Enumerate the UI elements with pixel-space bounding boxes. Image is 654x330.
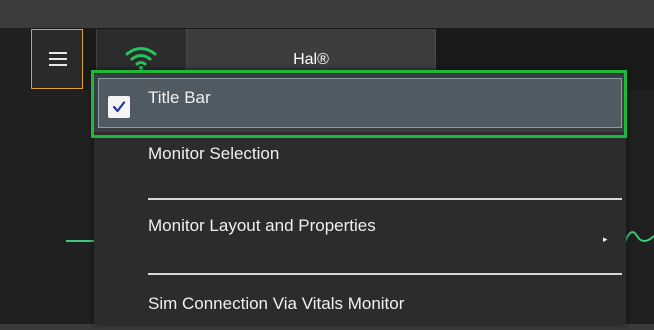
title-bar-checkbox[interactable] (108, 96, 130, 118)
submenu-arrow-icon: ▸ (603, 234, 608, 244)
menu-divider (148, 273, 622, 275)
menu-item-label: Monitor Selection (148, 144, 280, 163)
menu-item-label: Monitor Layout and Properties (148, 216, 376, 235)
waveform-trace-right (625, 231, 654, 243)
window-top-band (0, 0, 654, 28)
menu-item-sim-connection[interactable]: Sim Connection Via Vitals Monitor (94, 282, 626, 330)
tab-hal-label: Hal® (293, 51, 329, 68)
menu-item-label: Sim Connection Via Vitals Monitor (148, 294, 405, 313)
checkmark-icon (112, 101, 126, 113)
menu-item-title-bar[interactable]: Title Bar (94, 74, 626, 132)
main-menu-dropdown: Title Bar Monitor Selection Monitor Layo… (94, 70, 626, 324)
main-menu-button[interactable] (31, 29, 83, 89)
menu-item-monitor-layout-and-properties[interactable]: Monitor Layout and Properties ▸ (94, 208, 626, 256)
menu-item-monitor-selection[interactable]: Monitor Selection (94, 136, 626, 184)
waveform-trace-left (66, 240, 96, 242)
menu-divider (148, 198, 622, 200)
wifi-icon (125, 47, 157, 70)
menu-item-label: Title Bar (148, 88, 211, 107)
